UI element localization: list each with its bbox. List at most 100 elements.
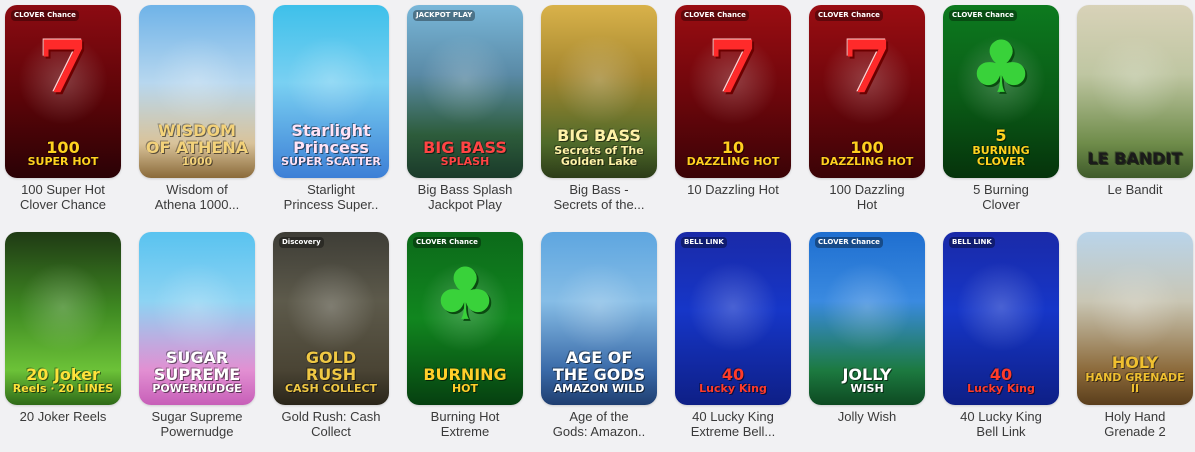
- game-grid: CLOVER Chance 7 100 SUPER HOT 100 Super Hot C…: [5, 5, 1193, 452]
- game-logo-title: BIG BASS: [557, 126, 641, 146]
- game-logo-subtitle: HOT: [451, 382, 479, 396]
- game-thumbnail[interactable]: Discovery GOLD RUSH CASH COLLECT: [273, 232, 389, 405]
- game-tile[interactable]: Discovery GOLD RUSH CASH COLLECT Gold Rush:…: [273, 232, 389, 452]
- lucky-seven-icon: 7: [841, 24, 893, 109]
- game-title-line: Gods: Amazon..: [552, 424, 646, 439]
- game-logo-title: BIG BASS: [423, 137, 507, 157]
- game-tile[interactable]: CLOVER Chance ♣ 5 BURNING CLOVER 5 Burning Cl…: [943, 5, 1059, 225]
- game-thumbnail[interactable]: BELL LINK 40 Lucky King: [943, 232, 1059, 405]
- game-thumbnail[interactable]: JACKPOT PLAY BIG BASS SPLASH: [407, 5, 523, 178]
- game-tile[interactable]: LE BANDIT Le Bandit: [1077, 5, 1193, 225]
- game-tile[interactable]: WISDOM OF ATHENA 1000 Wisdom of Athena 1000…: [139, 5, 255, 225]
- game-title-line: Clover: [982, 197, 1020, 212]
- game-title[interactable]: 100 Dazzling Hot: [809, 182, 925, 212]
- game-thumbnail[interactable]: CLOVER Chance 7 10 DAZZLING HOT: [675, 5, 791, 178]
- game-title[interactable]: Gold Rush: Cash Collect: [273, 409, 389, 439]
- game-logo-title: BURNING: [423, 364, 507, 384]
- game-thumbnail[interactable]: Starlight Princess SUPER SCATTER: [273, 5, 389, 178]
- game-title-line: Bell Link: [976, 424, 1026, 439]
- game-thumbnail[interactable]: BIG BASS Secrets of The Golden Lake: [541, 5, 657, 178]
- game-title-line: 100 Dazzling: [829, 182, 905, 197]
- game-logo-subtitle: SUPER SCATTER: [281, 155, 381, 169]
- game-title-line: Jackpot Play: [428, 197, 502, 212]
- game-thumbnail[interactable]: CLOVER Chance ♣ 5 BURNING CLOVER: [943, 5, 1059, 178]
- lucky-seven-icon: 7: [707, 24, 759, 109]
- game-title[interactable]: Age of the Gods: Amazon..: [541, 409, 657, 439]
- game-title[interactable]: 5 Burning Clover: [943, 182, 1059, 212]
- game-title[interactable]: Le Bandit: [1077, 182, 1193, 197]
- game-tile[interactable]: SUGAR SUPREME POWERNUDGE Sugar Supreme Powe…: [139, 232, 255, 452]
- artwork-highlight: [688, 262, 778, 352]
- game-title-line: Grenade 2: [1104, 424, 1166, 439]
- clover-icon: ♣: [968, 24, 1034, 109]
- game-tile[interactable]: CLOVER Chance 7 100 DAZZLING HOT 100 Dazzlin…: [809, 5, 925, 225]
- game-title[interactable]: Big Bass Splash Jackpot Play: [407, 182, 523, 212]
- game-logo-title: WISDOM OF ATHENA: [145, 120, 249, 157]
- game-thumbnail[interactable]: AGE OF THE GODS AMAZON WILD: [541, 232, 657, 405]
- game-thumbnail[interactable]: CLOVER Chance ♣ BURNING HOT: [407, 232, 523, 405]
- game-thumbnail[interactable]: CLOVER Chance 7 100 SUPER HOT: [5, 5, 121, 178]
- provider-badge: BELL LINK: [681, 237, 727, 248]
- game-title-line: Powernudge: [160, 424, 234, 439]
- game-title[interactable]: 20 Joker Reels: [5, 409, 121, 424]
- provider-badge: CLOVER Chance: [949, 10, 1017, 21]
- game-thumbnail[interactable]: LE BANDIT: [1077, 5, 1193, 178]
- game-title[interactable]: Starlight Princess Super..: [273, 182, 389, 212]
- game-tile[interactable]: JACKPOT PLAY BIG BASS SPLASH Big Bass Splas…: [407, 5, 523, 225]
- provider-badge: CLOVER Chance: [681, 10, 749, 21]
- artwork-highlight: [554, 262, 644, 352]
- game-thumbnail[interactable]: WISDOM OF ATHENA 1000: [139, 5, 255, 178]
- provider-badge: CLOVER Chance: [815, 237, 883, 248]
- game-title[interactable]: Sugar Supreme Powernudge: [139, 409, 255, 439]
- game-title[interactable]: Holy Hand Grenade 2: [1077, 409, 1193, 439]
- game-tile[interactable]: CLOVER Chance 7 100 SUPER HOT 100 Super Hot C…: [5, 5, 121, 225]
- game-title[interactable]: 100 Super Hot Clover Chance: [5, 182, 121, 212]
- game-title[interactable]: Wisdom of Athena 1000...: [139, 182, 255, 212]
- provider-badge: CLOVER Chance: [413, 237, 481, 248]
- game-tile[interactable]: Starlight Princess SUPER SCATTER Starlight…: [273, 5, 389, 225]
- game-thumbnail[interactable]: BELL LINK 40 Lucky King: [675, 232, 791, 405]
- game-tile[interactable]: BELL LINK 40 Lucky King 40 Lucky King Extrem…: [675, 232, 791, 452]
- game-logo-subtitle: SPLASH: [440, 155, 490, 169]
- game-thumbnail[interactable]: SUGAR SUPREME POWERNUDGE: [139, 232, 255, 405]
- game-title[interactable]: Big Bass - Secrets of the...: [541, 182, 657, 212]
- game-title-line: Extreme Bell...: [690, 424, 776, 439]
- provider-badge: CLOVER Chance: [11, 10, 79, 21]
- game-logo-title: GOLD RUSH: [305, 347, 357, 384]
- game-tile[interactable]: BELL LINK 40 Lucky King 40 Lucky King Bell L…: [943, 232, 1059, 452]
- game-title-line: 10 Dazzling Hot: [687, 182, 779, 197]
- game-logo-title: SUGAR SUPREME: [153, 347, 241, 384]
- game-title[interactable]: Burning Hot Extreme: [407, 409, 523, 439]
- artwork-highlight: [18, 262, 108, 352]
- game-title-line: Burning Hot: [430, 409, 500, 424]
- game-title-line: Big Bass -: [569, 182, 629, 197]
- game-title[interactable]: Jolly Wish: [809, 409, 925, 424]
- artwork-highlight: [1090, 35, 1180, 125]
- game-thumbnail[interactable]: CLOVER Chance JOLLY WISH: [809, 232, 925, 405]
- game-thumbnail[interactable]: 20 Joker Reels · 20 LINES: [5, 232, 121, 405]
- game-logo-subtitle: BURNING CLOVER: [972, 143, 1030, 169]
- game-tile[interactable]: CLOVER Chance 7 10 DAZZLING HOT 10 Dazzling …: [675, 5, 791, 225]
- game-tile[interactable]: HOLY HAND GRENADE II Holy Hand Grenade 2: [1077, 232, 1193, 452]
- game-logo-subtitle: DAZZLING HOT: [820, 155, 914, 169]
- provider-badge: CLOVER Chance: [815, 10, 883, 21]
- game-tile[interactable]: AGE OF THE GODS AMAZON WILD Age of the Gods…: [541, 232, 657, 452]
- game-tile[interactable]: BIG BASS Secrets of The Golden Lake Big Ba…: [541, 5, 657, 225]
- game-title[interactable]: 10 Dazzling Hot: [675, 182, 791, 197]
- game-logo-title: LE BANDIT: [1087, 149, 1183, 169]
- game-title[interactable]: 40 Lucky King Extreme Bell...: [675, 409, 791, 439]
- game-title-line: Extreme: [440, 424, 490, 439]
- game-thumbnail[interactable]: HOLY HAND GRENADE II: [1077, 232, 1193, 405]
- game-tile[interactable]: CLOVER Chance ♣ BURNING HOT Burning Hot Extre…: [407, 232, 523, 452]
- game-logo-subtitle: WISH: [850, 382, 884, 396]
- game-logo-subtitle: CASH COLLECT: [284, 382, 378, 396]
- game-title-line: Starlight: [307, 182, 355, 197]
- game-thumbnail[interactable]: CLOVER Chance 7 100 DAZZLING HOT: [809, 5, 925, 178]
- game-logo-title: Starlight Princess: [291, 120, 371, 157]
- game-tile[interactable]: 20 Joker Reels · 20 LINES 20 Joker Reels: [5, 232, 121, 452]
- game-tile[interactable]: CLOVER Chance JOLLY WISH Jolly Wish: [809, 232, 925, 452]
- artwork-highlight: [286, 35, 376, 125]
- game-title[interactable]: 40 Lucky King Bell Link: [943, 409, 1059, 439]
- game-logo-subtitle: SUPER HOT: [27, 155, 99, 169]
- artwork-highlight: [822, 262, 912, 352]
